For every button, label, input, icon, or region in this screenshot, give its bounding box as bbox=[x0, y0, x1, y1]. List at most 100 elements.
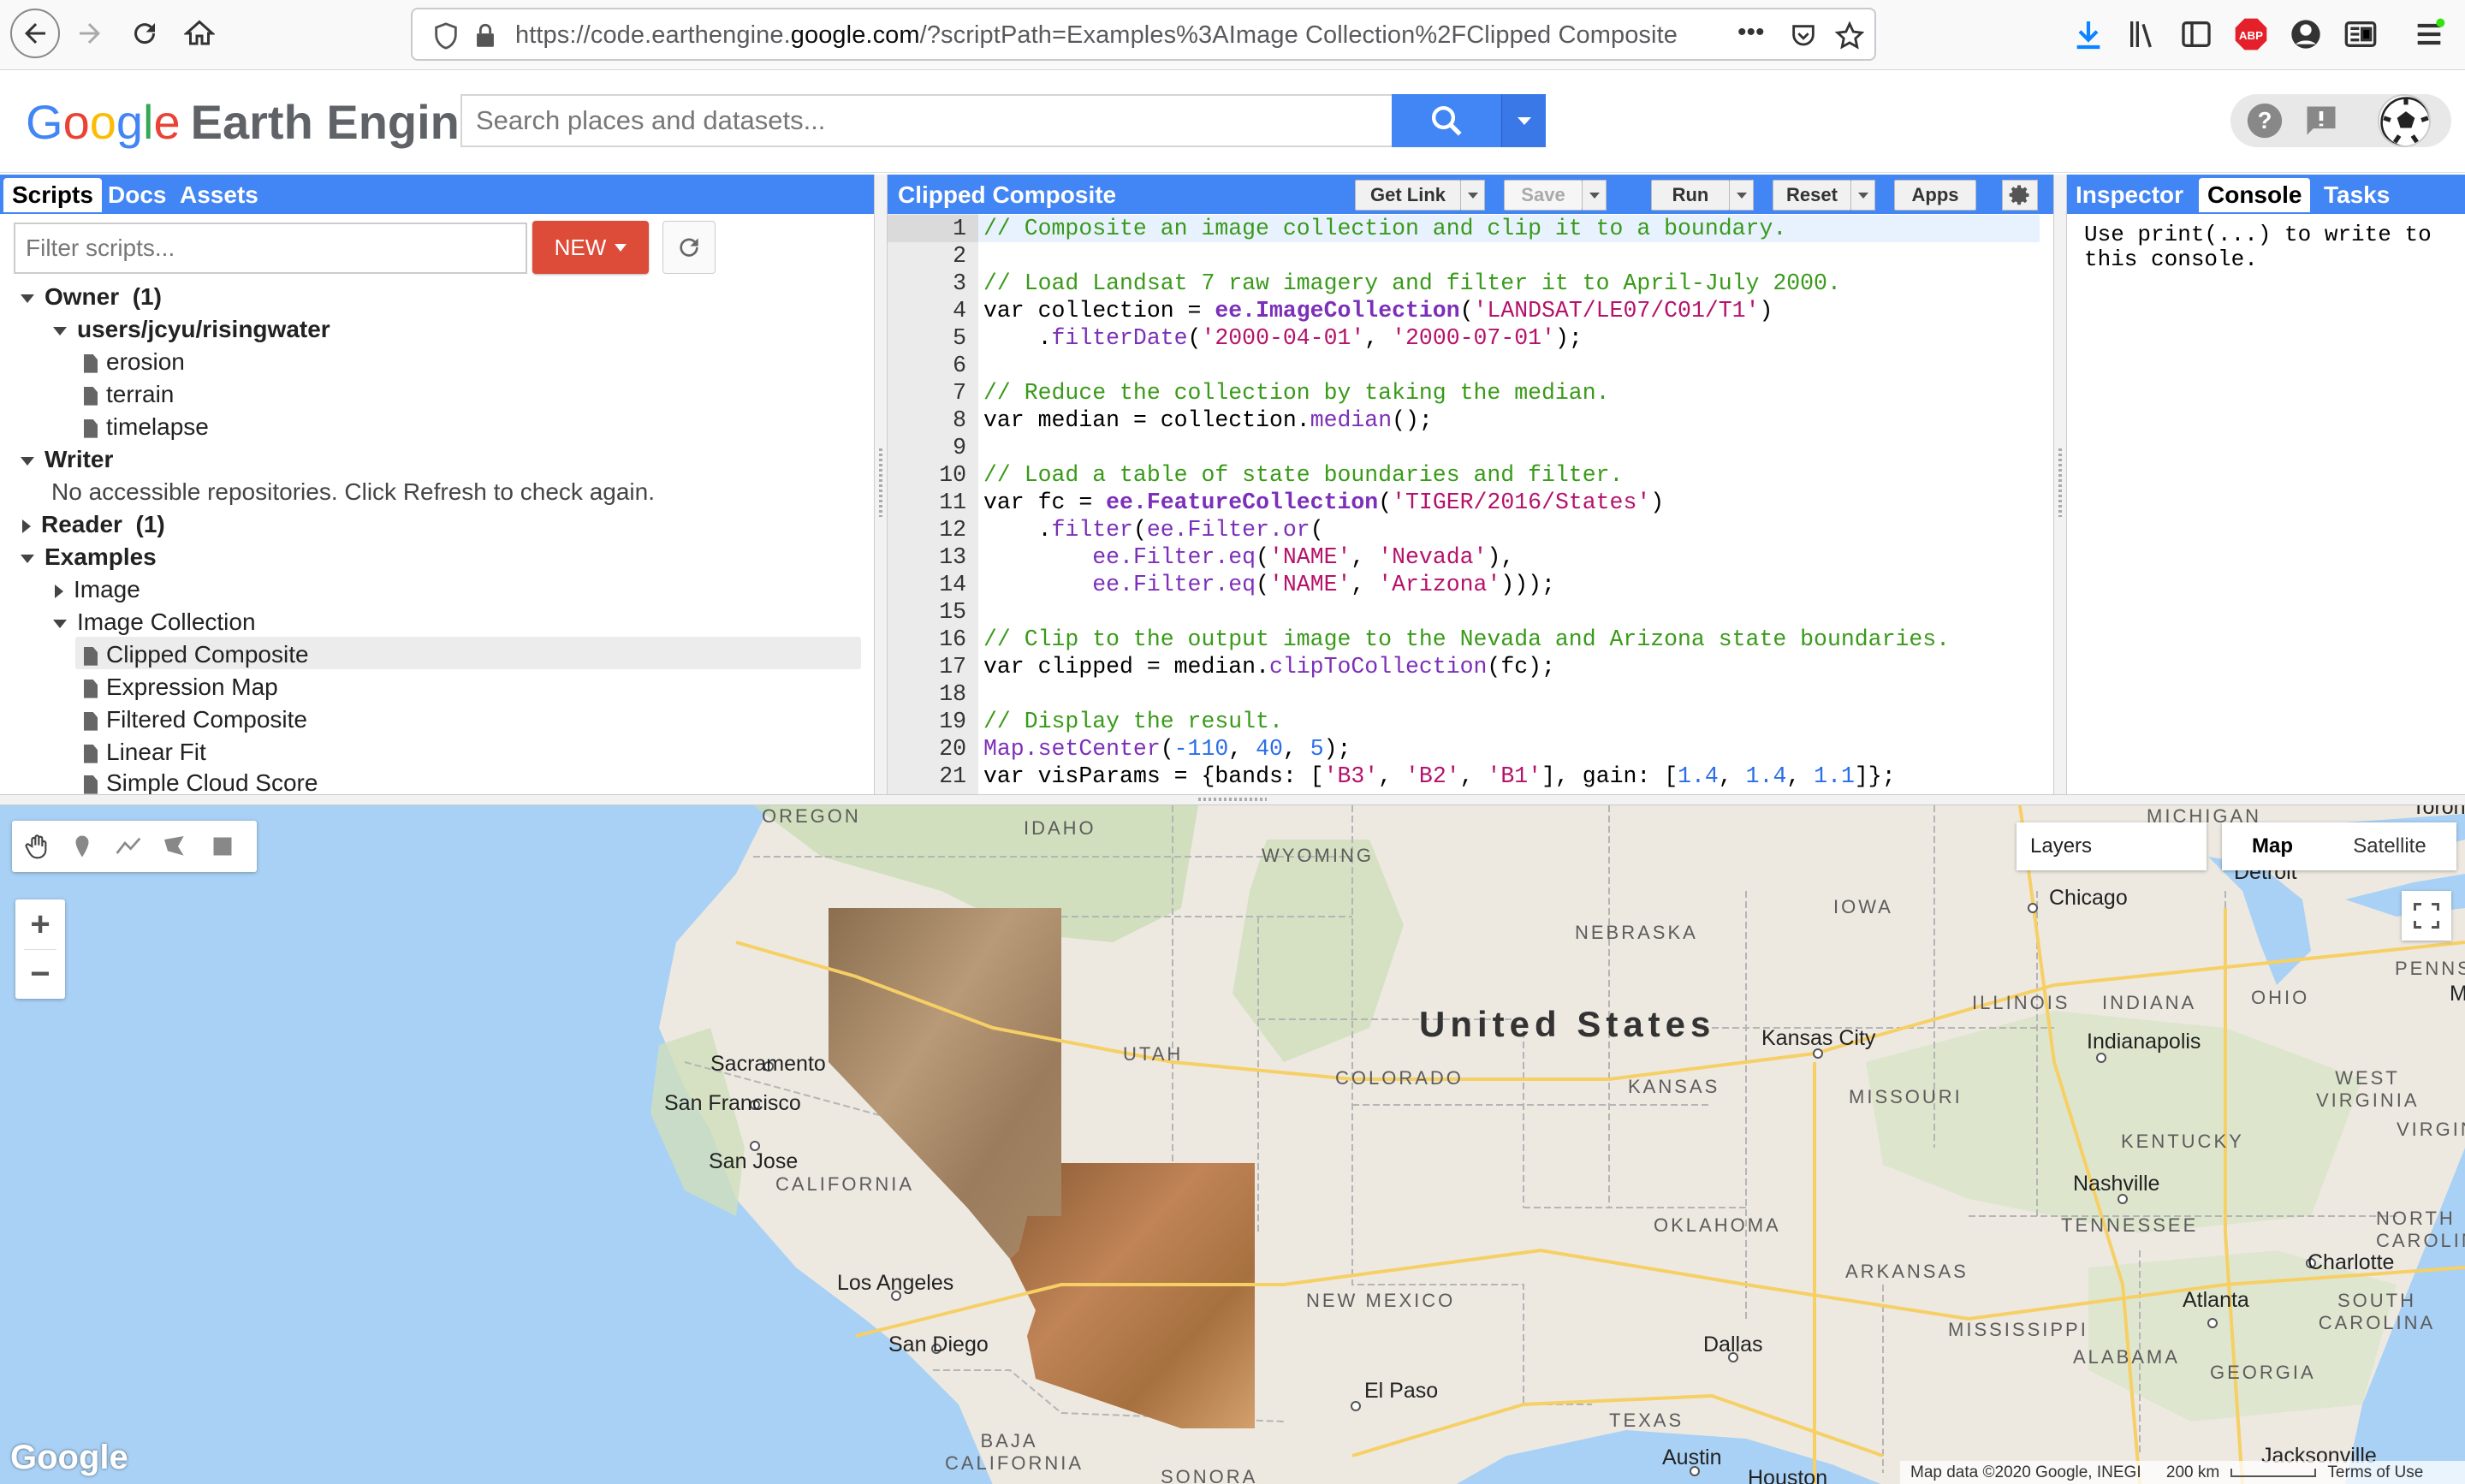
state-label: IOWA bbox=[1833, 896, 1893, 917]
bookmark-star-icon[interactable] bbox=[1835, 21, 1864, 50]
tree-reader[interactable]: Reader (1) bbox=[22, 508, 165, 541]
avatar[interactable] bbox=[2378, 94, 2431, 147]
state-label: ILLINOIS bbox=[1972, 992, 2070, 1013]
tree-owner[interactable]: Owner (1) bbox=[21, 281, 162, 313]
tree-script[interactable]: Filtered Composite bbox=[84, 703, 307, 736]
map-type-map[interactable]: Map bbox=[2222, 822, 2323, 870]
help-icon[interactable]: ? bbox=[2246, 102, 2284, 139]
reload-button[interactable] bbox=[120, 9, 169, 58]
zoom-in-button[interactable]: + bbox=[15, 899, 65, 949]
feedback-icon[interactable] bbox=[2302, 102, 2340, 139]
line-number: 16 bbox=[939, 626, 966, 652]
save-button[interactable]: Save bbox=[1504, 180, 1583, 211]
tree-script[interactable]: timelapse bbox=[84, 411, 209, 443]
zoom-out-button[interactable]: − bbox=[15, 949, 65, 999]
layers-button[interactable]: Layers bbox=[2017, 822, 2207, 870]
map-view[interactable]: United States OREGON IDAHO WYOMING NEBRA… bbox=[0, 804, 2465, 1484]
library-icon[interactable] bbox=[2126, 17, 2160, 51]
rectangle-tool-icon[interactable] bbox=[205, 829, 240, 864]
map-splitter[interactable] bbox=[0, 794, 2465, 804]
pan-hand-icon[interactable] bbox=[21, 829, 55, 864]
tree-examples[interactable]: Examples bbox=[21, 541, 157, 573]
line-number: 1 bbox=[953, 216, 966, 241]
search-box[interactable] bbox=[460, 94, 1393, 147]
search-options-dropdown[interactable] bbox=[1501, 94, 1546, 147]
forward-button[interactable] bbox=[65, 9, 115, 58]
save-dropdown[interactable] bbox=[1583, 180, 1607, 211]
map-type-satellite[interactable]: Satellite bbox=[2323, 822, 2456, 870]
settings-button[interactable] bbox=[2002, 180, 2038, 211]
scale-label[interactable]: 200 km bbox=[2166, 1463, 2219, 1481]
apps-button[interactable]: Apps bbox=[1894, 180, 1976, 211]
caret-down-icon bbox=[1736, 192, 1747, 199]
reload-icon bbox=[134, 23, 156, 45]
download-icon[interactable] bbox=[2071, 17, 2106, 51]
state-label: INDIANA bbox=[2102, 992, 2197, 1013]
tree-script[interactable]: erosion bbox=[84, 346, 185, 378]
line-tool-icon[interactable] bbox=[111, 829, 146, 864]
left-splitter[interactable] bbox=[875, 175, 887, 794]
soccer-ball-icon bbox=[2380, 97, 2429, 145]
tab-console[interactable]: Console bbox=[2199, 178, 2311, 212]
tree-script[interactable]: Expression Map bbox=[84, 671, 278, 703]
state-label: WYOMING bbox=[1262, 845, 1374, 866]
city-label: Charlotte bbox=[2308, 1250, 2395, 1274]
reset-button[interactable]: Reset bbox=[1773, 180, 1851, 211]
fullscreen-button[interactable] bbox=[2402, 891, 2451, 941]
tree-script[interactable]: Simple Cloud Score bbox=[84, 767, 318, 794]
sidebar-icon[interactable] bbox=[2179, 17, 2213, 51]
home-button[interactable] bbox=[175, 9, 224, 58]
tab-scripts[interactable]: Scripts bbox=[3, 178, 102, 212]
state-label: MISSOURI bbox=[1849, 1086, 1963, 1107]
new-script-button[interactable]: NEW bbox=[532, 221, 649, 274]
adblock-icon[interactable]: ABP bbox=[2234, 17, 2268, 51]
url-text: https://code.earthengine.google.com/?scr… bbox=[515, 21, 1678, 49]
menu-icon[interactable] bbox=[2412, 17, 2446, 51]
tab-tasks[interactable]: Tasks bbox=[2315, 178, 2398, 212]
google-earth-engine-logo[interactable]: Google Earth Engine bbox=[26, 94, 486, 150]
search-input[interactable] bbox=[462, 96, 1393, 145]
filter-scripts-input[interactable]: Filter scripts... bbox=[14, 223, 527, 274]
code-editor[interactable]: 1 2 3 4 5 6 7 8 9 10 11 12 13 14 15 16 17 18 19 20 21 // Com… bbox=[888, 214, 2053, 794]
tab-assets[interactable]: Assets bbox=[171, 178, 267, 212]
pocket-icon[interactable] bbox=[1789, 21, 1818, 50]
run-button[interactable]: Run bbox=[1651, 180, 1730, 211]
code-line: Map.setCenter(-110, 40, 5); bbox=[983, 736, 1351, 762]
tree-script[interactable]: terrain bbox=[84, 378, 174, 411]
line-number: 21 bbox=[939, 763, 966, 789]
tree-writer[interactable]: Writer bbox=[21, 443, 113, 476]
tree-script-selected[interactable]: Clipped Composite bbox=[84, 638, 309, 671]
google-map-logo[interactable]: Google bbox=[10, 1439, 128, 1477]
caret-right-icon bbox=[22, 519, 31, 533]
polygon-tool-icon[interactable] bbox=[157, 829, 192, 864]
tree-script[interactable]: Linear Fit bbox=[84, 736, 206, 769]
refresh-button[interactable] bbox=[662, 221, 716, 274]
run-dropdown[interactable] bbox=[1730, 180, 1754, 211]
tab-inspector[interactable]: Inspector bbox=[2067, 178, 2192, 212]
chevron-down-icon bbox=[1517, 117, 1531, 125]
code-line: var collection = ee.ImageCollection('LAN… bbox=[983, 298, 1773, 324]
get-link-dropdown[interactable] bbox=[1461, 180, 1485, 211]
city-label: Mi bbox=[2450, 982, 2465, 1006]
marker-icon[interactable] bbox=[65, 829, 99, 864]
reader-icon[interactable] bbox=[2343, 17, 2378, 51]
line-number: 3 bbox=[953, 270, 966, 296]
search-icon bbox=[1431, 105, 1462, 136]
city-label: San Francisco bbox=[664, 1091, 801, 1115]
search-button[interactable] bbox=[1392, 94, 1501, 147]
right-splitter[interactable] bbox=[2054, 175, 2066, 794]
reset-dropdown[interactable] bbox=[1851, 180, 1875, 211]
tree-folder-image-collection[interactable]: Image Collection bbox=[53, 606, 256, 638]
tab-docs[interactable]: Docs bbox=[99, 178, 175, 212]
account-icon[interactable] bbox=[2289, 17, 2323, 51]
tree-repo[interactable]: users/jcyu/risingwater bbox=[53, 313, 330, 346]
page-actions-icon[interactable]: ••• bbox=[1737, 18, 1765, 47]
code-line: // Clip to the output image to the Nevad… bbox=[983, 626, 1951, 652]
url-bar[interactable]: https://code.earthengine.google.com/?scr… bbox=[411, 8, 1876, 61]
get-link-button[interactable]: Get Link bbox=[1355, 180, 1461, 211]
tree-folder-image[interactable]: Image bbox=[55, 573, 140, 606]
terms-link[interactable]: Terms of Use bbox=[2327, 1463, 2423, 1481]
city-label: Indianapolis bbox=[2087, 1030, 2201, 1054]
back-button[interactable] bbox=[10, 9, 60, 58]
state-label: NEW MEXICO bbox=[1306, 1290, 1456, 1311]
